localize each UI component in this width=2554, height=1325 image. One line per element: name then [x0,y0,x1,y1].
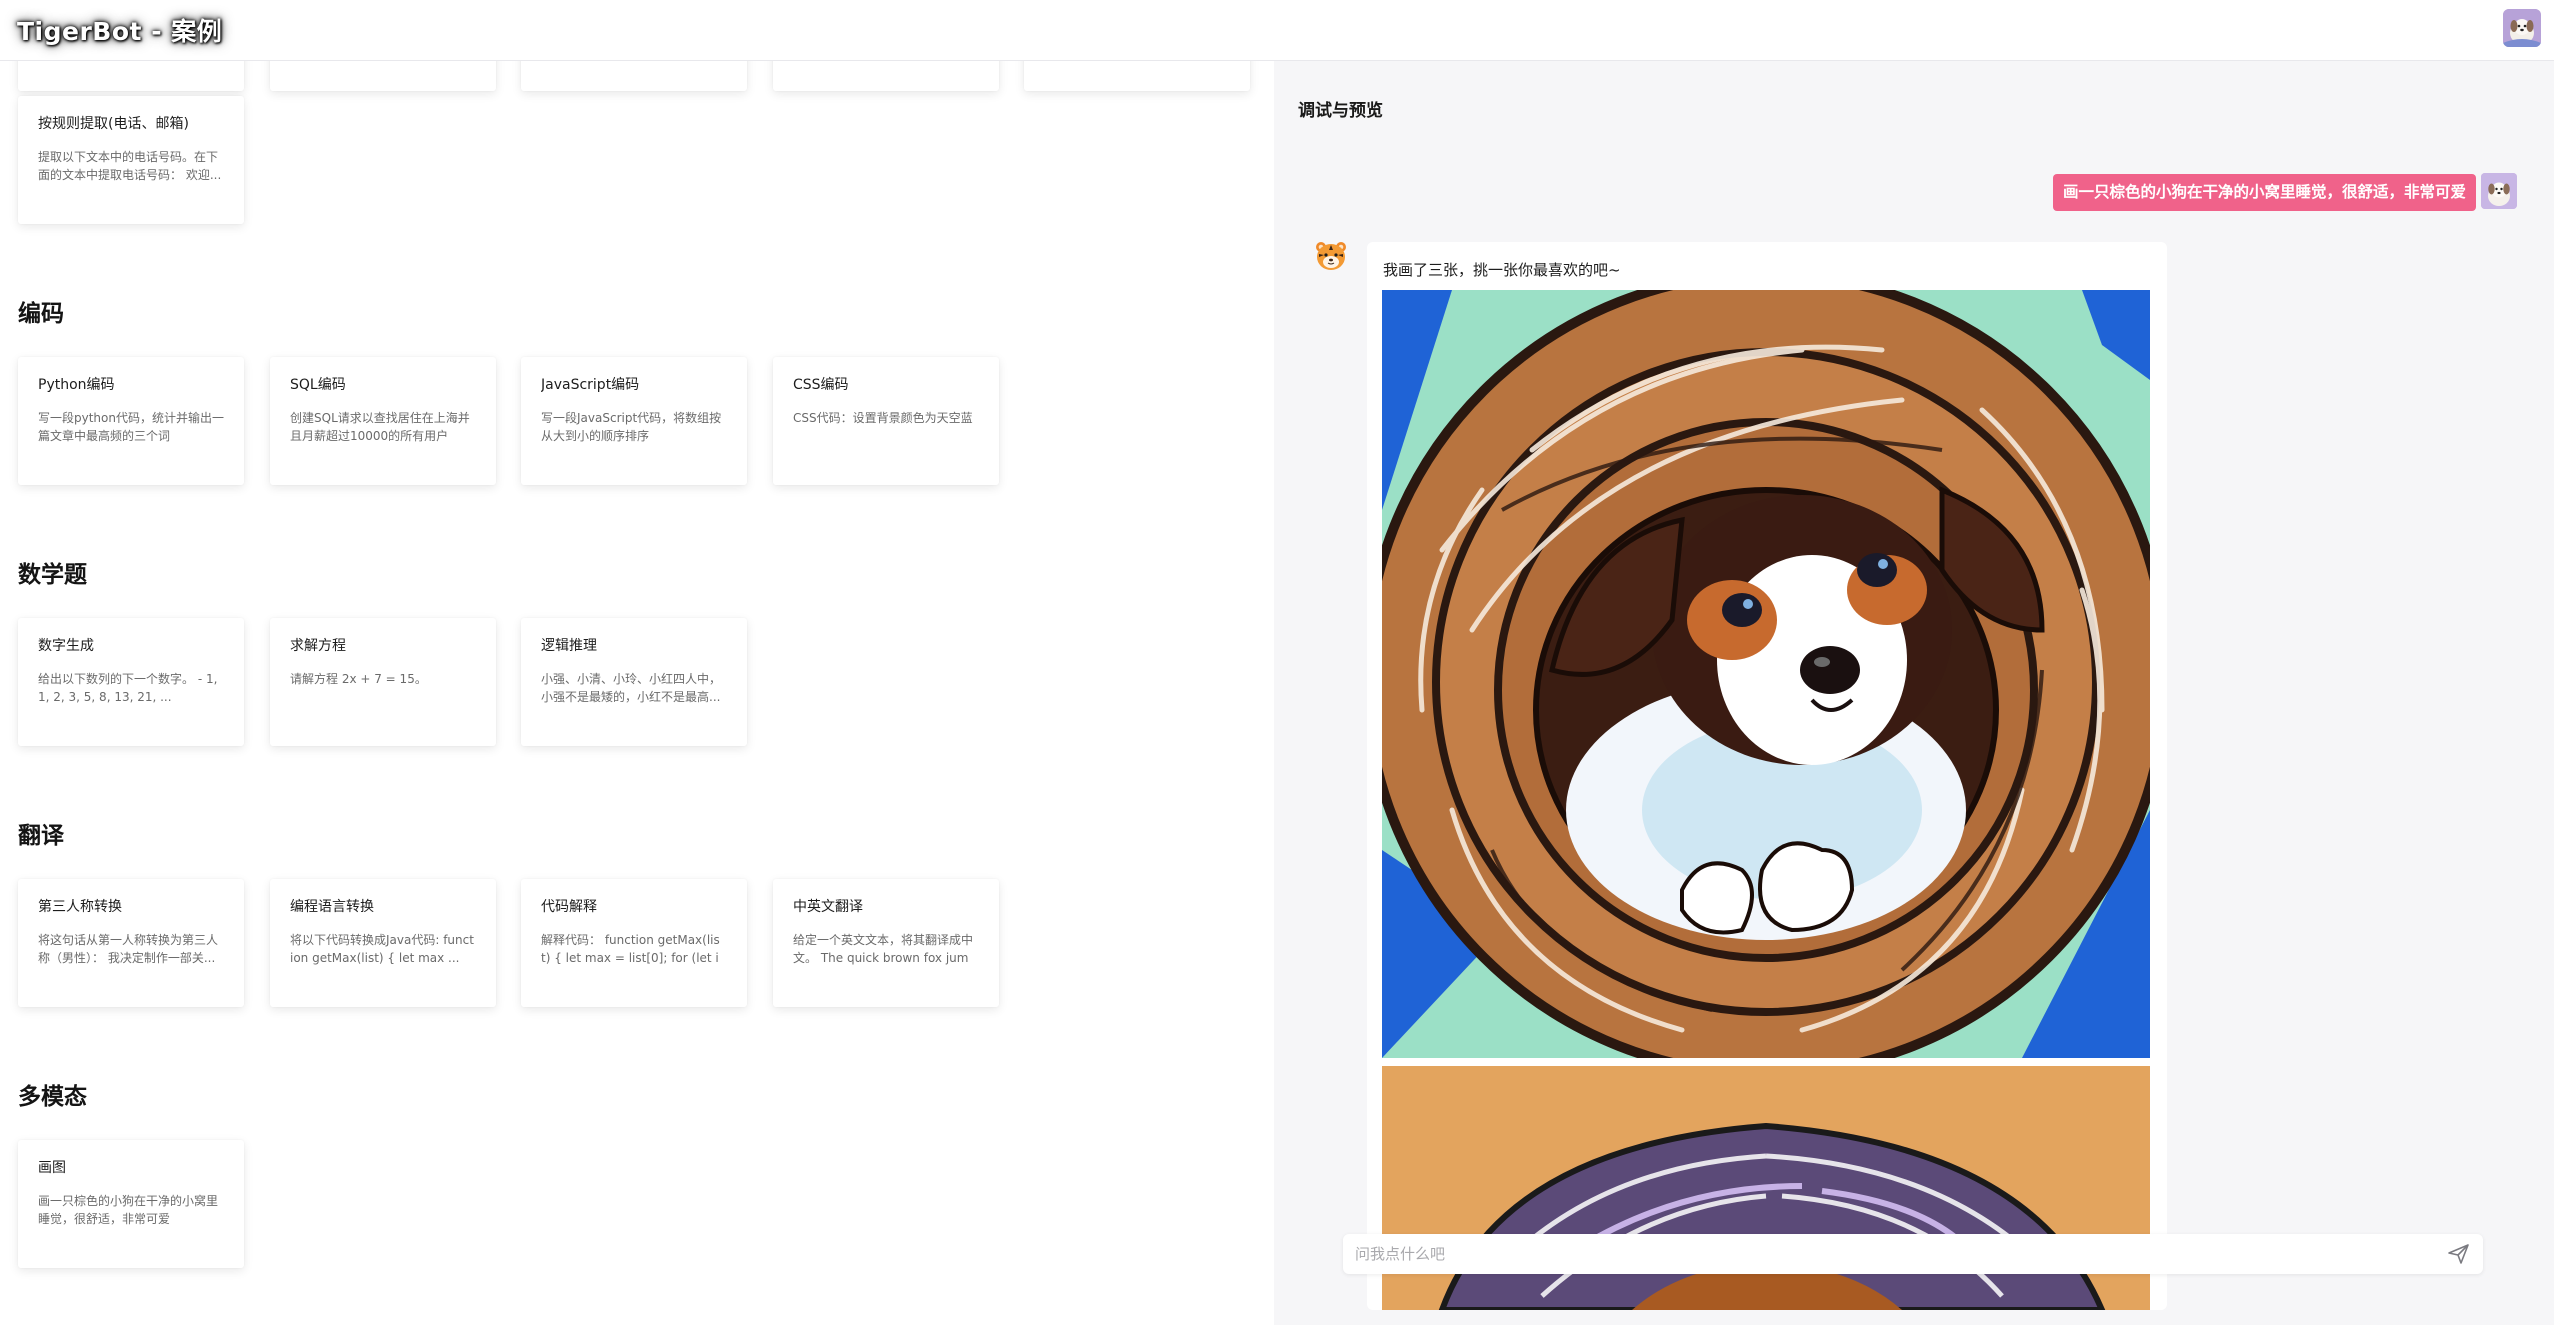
app-title: TigerBot - 案例 [17,17,223,46]
example-card[interactable]: 代码解释 解释代码： function getMax(list) { let m… [521,879,747,1007]
card-title: SQL编码 [290,377,346,393]
example-card[interactable]: 逻辑推理 小强、小清、小玲、小红四人中，小强不是最矮的，小红不是最高... [521,618,747,746]
card-title: CSS编码 [793,377,849,393]
example-card-partial[interactable] [270,61,496,91]
example-card[interactable]: SQL编码 创建SQL请求以查找居住在上海并且月薪超过10000的所有用户 [270,357,496,485]
user-message-bubble: 画一只棕色的小狗在干净的小窝里睡觉，很舒适，非常可爱 [2052,174,2476,211]
dog-avatar-icon [2481,173,2517,209]
card-title: 画图 [38,1160,66,1176]
example-card-partial[interactable] [521,61,747,91]
example-card[interactable]: JavaScript编码 写一段JavaScript代码，将数组按从大到小的顺序… [521,357,747,485]
top-bar: TigerBot - 案例 [0,0,2554,61]
card-desc: 请解方程 2x + 7 = 15。 [290,672,427,686]
example-card[interactable]: 编程语言转换 将以下代码转换成Java代码: function getMax(l… [270,879,496,1007]
card-title: 代码解释 [541,899,597,915]
send-icon[interactable] [2447,1243,2471,1265]
section-heading-multimodal: 多模态 [18,1084,87,1110]
card-title: 编程语言转换 [290,899,374,915]
card-desc: 将以下代码转换成Java代码: function getMax(list) { … [290,933,474,965]
card-desc: 创建SQL请求以查找居住在上海并且月薪超过10000的所有用户 [290,411,470,443]
example-card[interactable]: 中英文翻译 给定一个英文文本，将其翻译成中文。 The quick brown … [773,879,999,1007]
examples-pane: 按规则提取(电话、邮箱) 提取以下文本中的电话号码。在下面的文本中提取电话号码：… [0,61,1274,1325]
card-title: JavaScript编码 [541,377,640,393]
card-title: Python编码 [38,377,115,393]
generated-image[interactable] [1382,290,2150,1058]
example-card[interactable]: 数字生成 给出以下数列的下一个数字。 - 1, 1, 2, 3, 5, 8, 1… [18,618,244,746]
card-desc: CSS代码：设置背景颜色为天空蓝 [793,411,973,425]
card-title: 中英文翻译 [793,899,863,915]
card-desc: 给出以下数列的下一个数字。 - 1, 1, 2, 3, 5, 8, 13, 21… [38,672,218,704]
card-title: 求解方程 [290,638,346,654]
card-desc: 解释代码： function getMax(list) { let max = … [541,933,720,965]
card-title: 数字生成 [38,638,94,654]
example-card-partial[interactable] [18,61,244,91]
example-card[interactable]: 第三人称转换 将这句话从第一人称转换为第三人称（男性）： 我决定制作一部关... [18,879,244,1007]
example-card[interactable]: 求解方程 请解方程 2x + 7 = 15。 [270,618,496,746]
account-avatar-icon[interactable] [2503,9,2541,47]
section-heading-translation: 翻译 [18,823,64,849]
section-heading-coding: 编码 [18,301,64,327]
chat-preview-pane: 调试与预览 画一只棕色的小狗在干净的小窝里睡觉，很舒适，非常可爱 我画了三张，挑… [1274,61,2554,1325]
panel-title: 调试与预览 [1298,101,1383,121]
card-desc: 写一段python代码，统计并输出一篇文章中最高频的三个词 [38,411,224,443]
card-title: 按规则提取(电话、邮箱) [38,116,189,132]
card-desc: 写一段JavaScript代码，将数组按从大到小的顺序排序 [541,411,722,443]
card-desc: 画一只棕色的小狗在干净的小窝里睡觉，很舒适，非常可爱 [38,1194,219,1226]
section-heading-math: 数学题 [18,562,87,588]
tiger-avatar-icon [1314,239,1348,273]
bot-message-text: 我画了三张，挑一张你最喜欢的吧~ [1383,261,1621,279]
card-desc: 提取以下文本中的电话号码。在下面的文本中提取电话号码： 欢迎... [38,150,222,182]
card-desc: 给定一个英文文本，将其翻译成中文。 The quick brown fox ju… [793,933,974,965]
chat-input[interactable] [1343,1234,2433,1274]
card-desc: 小强、小清、小玲、小红四人中，小强不是最矮的，小红不是最高... [541,672,722,704]
example-card-partial[interactable] [773,61,999,91]
example-card-extract[interactable]: 按规则提取(电话、邮箱) 提取以下文本中的电话号码。在下面的文本中提取电话号码：… [18,96,244,224]
example-card[interactable]: 画图 画一只棕色的小狗在干净的小窝里睡觉，很舒适，非常可爱 [18,1140,244,1268]
card-title: 第三人称转换 [38,899,122,915]
bot-message-card: 我画了三张，挑一张你最喜欢的吧~ [1367,242,2167,1310]
example-card[interactable]: Python编码 写一段python代码，统计并输出一篇文章中最高频的三个词 [18,357,244,485]
card-desc: 将这句话从第一人称转换为第三人称（男性）： 我决定制作一部关... [38,933,219,965]
example-card[interactable]: CSS编码 CSS代码：设置背景颜色为天空蓝 [773,357,999,485]
example-card-partial[interactable] [1024,61,1250,91]
card-title: 逻辑推理 [541,638,597,654]
chat-input-bar [1343,1234,2483,1274]
